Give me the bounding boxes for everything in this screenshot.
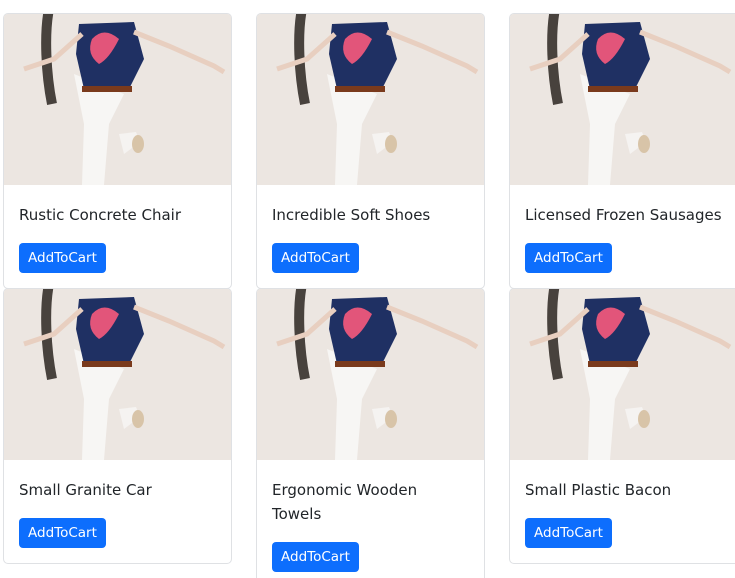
product-card: Rustic Concrete Chair AddToCart [3,13,232,289]
product-name: Ergonomic Wooden Towels [272,481,418,523]
product-name: Small Granite Car [19,481,152,499]
product-image[interactable] [4,289,231,460]
add-to-cart-button[interactable]: AddToCart [19,518,106,548]
product-name: Small Plastic Bacon [525,481,672,499]
product-card: Licensed Frozen Sausages AddToCart [509,13,735,289]
product-image[interactable] [4,14,231,185]
product-image[interactable] [510,14,735,185]
product-grid: Rustic Concrete Chair AddToCart Incredib… [0,0,735,578]
add-to-cart-button[interactable]: AddToCart [19,243,106,273]
product-image[interactable] [510,289,735,460]
product-card: Small Plastic Bacon AddToCart [509,288,735,564]
add-to-cart-button[interactable]: AddToCart [272,243,359,273]
product-name: Licensed Frozen Sausages [525,206,722,224]
product-card: Incredible Soft Shoes AddToCart [256,13,485,289]
add-to-cart-button[interactable]: AddToCart [272,542,359,572]
product-name: Incredible Soft Shoes [272,206,431,224]
product-name: Rustic Concrete Chair [19,206,181,224]
product-image[interactable] [257,289,484,460]
add-to-cart-button[interactable]: AddToCart [525,243,612,273]
product-card: Ergonomic Wooden Towels AddToCart [256,288,485,578]
add-to-cart-button[interactable]: AddToCart [525,518,612,548]
product-card: Small Granite Car AddToCart [3,288,232,564]
product-image[interactable] [257,14,484,185]
